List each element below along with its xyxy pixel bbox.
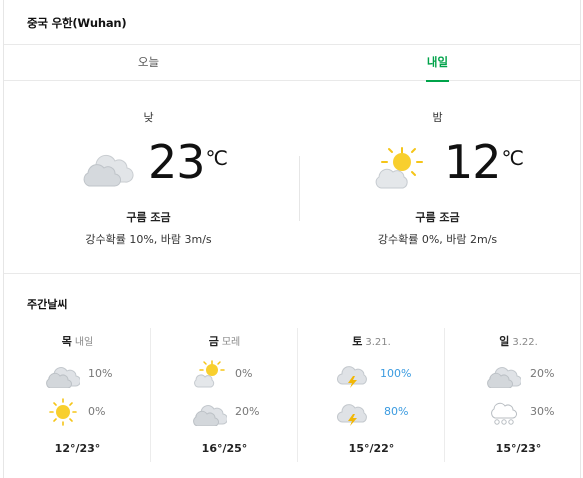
night-temperature: 12℃	[444, 134, 524, 190]
partly-cloudy-icon	[193, 360, 227, 388]
day-sub: 모레	[221, 337, 241, 348]
pm-row: 30%	[445, 396, 583, 428]
day-header: 토 3.21.	[298, 333, 445, 349]
min-max-temp: 15°/22°	[348, 442, 395, 455]
tomorrow-forecast: 낮 23℃ 구름 조금 강수확률 10%, 바람 3m/s 밤 12℃ 구름 조…	[4, 81, 580, 274]
day-name: 목	[61, 335, 72, 348]
sunny-icon	[46, 398, 80, 426]
weekly-forecast: 주간날씨 목 내일 10% 0% 12°/23° 금 모레 0% 20% 16°…	[4, 274, 580, 474]
day-header: 금 모레	[151, 333, 298, 349]
day-header: 목 내일	[4, 333, 151, 349]
day-name: 토	[352, 335, 363, 348]
period-label: 밤	[432, 111, 443, 124]
am-row: 0%	[151, 358, 298, 390]
day-sub: 3.22.	[512, 337, 538, 348]
precip-chance: 100%	[380, 367, 412, 380]
night-forecast: 밤 12℃ 구름 조금 강수확률 0%, 바람 2m/s	[293, 81, 582, 274]
cloudy-icon	[487, 360, 523, 389]
precip-chance: 30%	[530, 405, 555, 418]
partly-cloudy-icon	[373, 145, 425, 189]
cloudy-icon	[82, 145, 134, 189]
day-name: 일	[499, 335, 510, 348]
thunderstorm-icon	[336, 398, 370, 426]
tab-tomorrow-label: 내일	[426, 55, 449, 69]
weather-card: 중국 우한(Wuhan) 오늘 내일 낮 23℃ 구름 조금 강수확률 10%,…	[3, 0, 581, 478]
day-detail: 강수확률 10%, 바람 3m/s	[85, 233, 212, 246]
day-column-thu: 목 내일 10% 0% 12°/23°	[4, 328, 151, 468]
location-title: 중국 우한(Wuhan)	[27, 16, 127, 30]
location-header: 중국 우한(Wuhan)	[4, 0, 580, 45]
precip-chance: 0%	[235, 367, 253, 380]
period-label: 낮	[143, 111, 154, 124]
day-sub: 내일	[74, 337, 94, 348]
precip-chance: 20%	[530, 367, 555, 380]
weekly-days: 목 내일 10% 0% 12°/23° 금 모레 0% 20% 16°/25° …	[4, 328, 582, 468]
tab-tomorrow[interactable]: 내일	[293, 45, 582, 82]
tab-today[interactable]: 오늘	[4, 45, 293, 81]
pm-row: 0%	[4, 396, 151, 428]
day-temp-value: 23	[148, 135, 206, 189]
day-column-fri: 금 모레 0% 20% 16°/25°	[151, 328, 298, 468]
day-temperature: 23℃	[148, 134, 228, 190]
night-condition: 구름 조금	[415, 211, 460, 224]
day-temp-unit: ℃	[205, 146, 229, 170]
precip-chance: 80%	[384, 405, 409, 418]
cloudy-icon	[46, 360, 82, 389]
precip-chance: 20%	[235, 405, 260, 418]
night-temp-unit: ℃	[501, 146, 525, 170]
day-column-sun: 일 3.22. 20% 30% 15°/23°	[445, 328, 583, 468]
day-header: 일 3.22.	[445, 333, 583, 349]
min-max-temp: 15°/23°	[495, 442, 542, 455]
night-temp-value: 12	[444, 135, 502, 189]
day-column-sat: 토 3.21. 100% 80% 15°/22°	[298, 328, 445, 468]
pm-row: 80%	[298, 396, 445, 428]
am-row: 20%	[445, 358, 583, 390]
am-row: 10%	[4, 358, 151, 390]
cloudy-icon	[193, 398, 229, 427]
precip-chance: 10%	[88, 367, 113, 380]
day-forecast: 낮 23℃ 구름 조금 강수확률 10%, 바람 3m/s	[4, 81, 293, 274]
min-max-temp: 12°/23°	[54, 442, 101, 455]
day-sub: 3.21.	[365, 337, 391, 348]
day-condition: 구름 조금	[126, 211, 171, 224]
thunderstorm-icon	[336, 360, 370, 388]
precip-chance: 0%	[88, 405, 106, 418]
day-name: 금	[208, 335, 219, 348]
min-max-temp: 16°/25°	[201, 442, 248, 455]
night-detail: 강수확률 0%, 바람 2m/s	[377, 233, 498, 246]
day-tabs: 오늘 내일	[4, 45, 582, 82]
weekly-title: 주간날씨	[27, 298, 68, 311]
pm-row: 20%	[151, 396, 298, 428]
am-row: 100%	[298, 358, 445, 390]
snow-cloud-icon	[487, 398, 521, 426]
